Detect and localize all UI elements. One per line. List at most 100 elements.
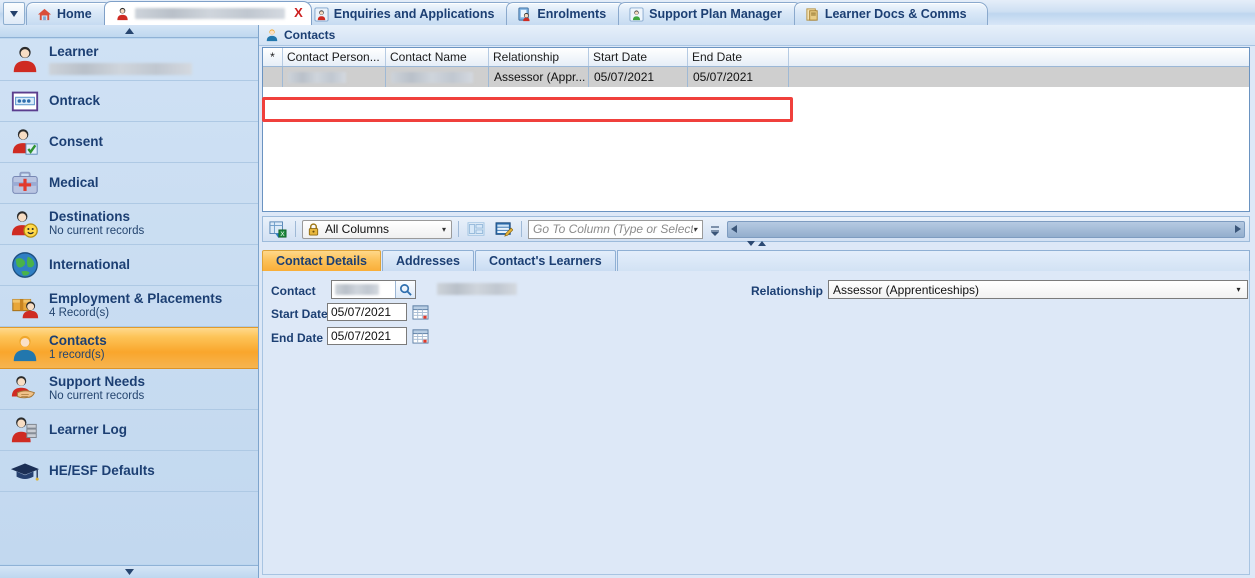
tab-addresses[interactable]: Addresses	[382, 250, 474, 271]
relationship-dropdown[interactable]: Assessor (Apprenticeships) ▾	[828, 280, 1248, 299]
tab-contact-details[interactable]: Contact Details	[262, 250, 381, 271]
sidebar-item-text: Learner Log	[49, 422, 127, 438]
end-date-label: End Date	[271, 331, 323, 345]
start-date-calendar-button[interactable]	[411, 303, 429, 321]
grid-horizontal-scrollbar[interactable]	[727, 221, 1245, 238]
contacts-person-icon	[265, 28, 279, 42]
sidebar-item-label: Learner Log	[49, 422, 127, 438]
sidebar-item-label: Support Needs	[49, 374, 145, 390]
support-plan-person-icon	[629, 7, 644, 22]
sidebar-item-text: Destinations No current records	[49, 209, 144, 239]
grid-cell-contact-name	[386, 67, 489, 87]
tab-list-menu-button[interactable]	[3, 2, 25, 25]
triangle-down-icon	[747, 241, 755, 246]
triangle-left-icon	[731, 225, 737, 233]
grid-cell-end-date: 05/07/2021	[688, 67, 789, 87]
chevron-down-icon[interactable]: ▾	[1230, 281, 1247, 298]
start-date-input[interactable]: 05/07/2021	[327, 303, 407, 321]
grid-column-header-start-date[interactable]: Start Date	[589, 48, 688, 66]
edit-grid-layout-icon[interactable]	[493, 219, 515, 239]
triangle-right-icon	[1235, 225, 1241, 233]
sidebar-item-medical[interactable]: Medical	[0, 163, 258, 204]
sidebar-item-text: HE/ESF Defaults	[49, 463, 155, 479]
sidebar-scroll-down-button[interactable]	[0, 565, 258, 578]
navigation-sidebar: Learner Ontrack	[0, 25, 259, 578]
sidebar-item-label: Contacts	[49, 333, 107, 349]
tab-enquiries-and-applications[interactable]: Enquiries and Applications	[303, 2, 516, 25]
triangle-up-icon	[125, 28, 134, 34]
sidebar-item-label: Consent	[49, 134, 103, 150]
sidebar-item-ontrack[interactable]: Ontrack	[0, 81, 258, 122]
page-title: Contacts	[284, 28, 335, 42]
sidebar-item-learner[interactable]: Learner	[0, 39, 258, 81]
toolbar-separator	[458, 221, 459, 237]
export-to-excel-icon[interactable]: X	[267, 219, 289, 239]
table-row[interactable]: Assessor (Appr... 05/07/2021 05/07/2021	[263, 67, 1249, 88]
tab-enrolments[interactable]: Enrolments	[506, 2, 627, 25]
grid-cell-relationship: Assessor (Appr...	[489, 67, 589, 87]
tab-learner-active[interactable]: X	[104, 1, 312, 25]
grid-column-header-contact-name[interactable]: Contact Name	[386, 48, 489, 66]
chevron-down-icon: ▾	[442, 225, 449, 234]
lock-icon	[307, 223, 320, 236]
sidebar-item-consent[interactable]: Consent	[0, 122, 258, 163]
relationship-label: Relationship	[751, 284, 823, 298]
panel-splitter[interactable]	[262, 240, 1250, 247]
sidebar-item-sublabel: 4 Record(s)	[49, 307, 222, 320]
grid-column-header-indicator[interactable]: *	[263, 48, 283, 66]
chevron-down-icon	[10, 11, 18, 17]
sidebar-scroll-up-button[interactable]	[0, 25, 258, 38]
sidebar-item-list: Learner Ontrack	[0, 39, 258, 564]
grid-cell-indicator	[263, 67, 283, 87]
graduation-cap-icon	[10, 456, 40, 486]
learner-log-icon	[10, 415, 40, 445]
grid-column-header-filler	[789, 48, 1249, 66]
sidebar-item-label: Destinations	[49, 209, 144, 225]
end-date-calendar-button[interactable]	[411, 327, 429, 345]
grid-cell-start-date: 05/07/2021	[589, 67, 688, 87]
sidebar-item-text: Learner	[49, 44, 192, 75]
grid-toolbar: X All Columns ▾	[262, 216, 1250, 242]
application-window: Home X	[0, 0, 1255, 578]
column-filter-dropdown[interactable]: All Columns ▾	[302, 220, 452, 239]
sidebar-item-international[interactable]: International	[0, 245, 258, 286]
sidebar-item-label: Employment & Placements	[49, 291, 222, 307]
contact-display-name-redacted	[437, 283, 517, 295]
goto-column-input[interactable]: Go To Column (Type or Select) ▾	[528, 220, 703, 239]
sidebar-item-destinations[interactable]: Destinations No current records	[0, 204, 258, 245]
sidebar-item-sublabel: 1 record(s)	[49, 349, 107, 362]
contact-details-form: Contact Start Date 05/07/2021	[262, 271, 1250, 575]
sidebar-item-contacts[interactable]: Contacts 1 record(s)	[0, 327, 258, 369]
sidebar-item-sublabel: No current records	[49, 225, 144, 238]
ontrack-card-icon	[10, 86, 40, 116]
sidebar-item-label: International	[49, 257, 130, 273]
contact-lookup-button[interactable]	[395, 281, 415, 298]
magnifier-icon	[399, 283, 412, 296]
main-content-panel: Contacts * Contact Person... Contact Nam…	[259, 25, 1255, 578]
tab-support-plan-manager[interactable]: Support Plan Manager	[618, 2, 803, 25]
grid-column-header-relationship[interactable]: Relationship	[489, 48, 589, 66]
contacts-person-icon	[10, 333, 40, 363]
sidebar-item-employment-and-placements[interactable]: Employment & Placements 4 Record(s)	[0, 286, 258, 327]
toolbar-separator	[295, 221, 296, 237]
sidebar-item-he-esf-defaults[interactable]: HE/ESF Defaults	[0, 451, 258, 492]
support-needs-handshake-icon	[10, 374, 40, 404]
medical-bag-icon	[10, 168, 40, 198]
tab-contacts-learners[interactable]: Contact's Learners	[475, 250, 616, 271]
split-handle-icon[interactable]	[709, 218, 721, 240]
grid-layout-icon[interactable]	[465, 219, 487, 239]
column-filter-value: All Columns	[325, 222, 437, 236]
home-icon	[37, 7, 52, 22]
tab-close-button[interactable]: X	[294, 6, 303, 19]
contact-lookup-field[interactable]	[331, 280, 416, 299]
grid-column-header-end-date[interactable]: End Date	[688, 48, 789, 66]
sidebar-item-learner-log[interactable]: Learner Log	[0, 410, 258, 451]
grid-column-header-contact-person[interactable]: Contact Person...	[283, 48, 386, 66]
tab-learner-docs-and-comms[interactable]: Learner Docs & Comms	[794, 2, 988, 25]
sidebar-item-support-needs[interactable]: Support Needs No current records	[0, 369, 258, 410]
toolbar-separator	[521, 221, 522, 237]
tab-home[interactable]: Home	[26, 2, 113, 25]
sidebar-item-label: HE/ESF Defaults	[49, 463, 155, 479]
chevron-down-icon[interactable]: ▾	[693, 225, 700, 234]
end-date-input[interactable]: 05/07/2021	[327, 327, 407, 345]
